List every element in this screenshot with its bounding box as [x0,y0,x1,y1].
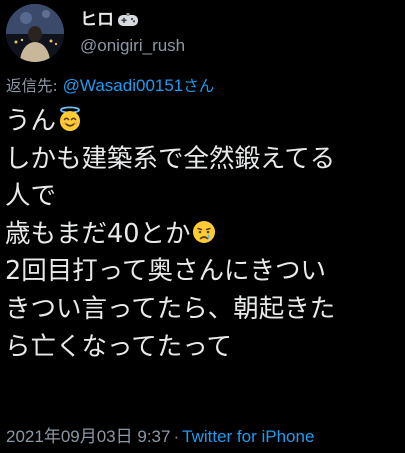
tweet-line-text: ら亡くなってたって [5,331,232,362]
meta-separator: · [173,427,180,446]
tweet-line-text: しかも建築系で全然鍛えてる [5,143,336,174]
tweet-source-link[interactable]: Twitter for iPhone [182,427,314,446]
tweet-timestamp[interactable]: 2021年09月03日 9:37 [6,427,170,446]
smiling-face-with-halo-icon [57,106,83,132]
crying-face-icon [191,219,217,245]
tweet-header: ヒロ @onigiri_rush [6,4,185,62]
avatar[interactable] [6,4,64,62]
tweet-body: うん しかも建築系で全然鍛えてる 人で 歳もまだ40とか 2回目打って奥さんにき… [5,103,403,366]
tweet-line-7: ら亡くなってたって [5,329,403,367]
tweet-meta: 2021年09月03日 9:37 · Twitter for iPhone [6,422,314,447]
tweet-line-1: うん [5,103,403,141]
reply-prefix: 返信先: [6,77,58,95]
author-handle[interactable]: @onigiri_rush [80,36,185,56]
tweet-line-2: しかも建築系で全然鍛えてる [5,141,403,179]
reply-context: 返信先: @Wasadi00151さん [6,74,214,96]
author-display-name-row[interactable]: ヒロ [80,9,185,31]
tweet-line-text: 人で [5,181,57,212]
tweet-line-3: 人で [5,178,403,216]
tweet-line-text: 歳もまだ40とか [5,218,191,249]
tweet-line-6: きつい言ってたら、朝起きた [5,291,403,329]
avatar-image [6,4,64,62]
tweet-card: ヒロ @onigiri_rush 返信先: @Wasadi00151さん うん … [0,0,405,453]
tweet-line-text: 2回目打って奥さんにきつい [5,256,326,287]
tweet-line-4: 歳もまだ40とか [5,216,403,254]
author-names: ヒロ @onigiri_rush [80,4,185,56]
tweet-line-5: 2回目打って奥さんにきつい [5,253,403,291]
reply-mention-suffix: さん [183,77,215,95]
video-game-controller-icon [117,11,139,29]
author-display-name[interactable]: ヒロ [80,9,114,31]
tweet-line-text: うん [5,106,57,136]
tweet-line-text: きつい言ってたら、朝起きた [5,293,336,324]
reply-mention-link[interactable]: @Wasadi00151 [63,76,184,95]
